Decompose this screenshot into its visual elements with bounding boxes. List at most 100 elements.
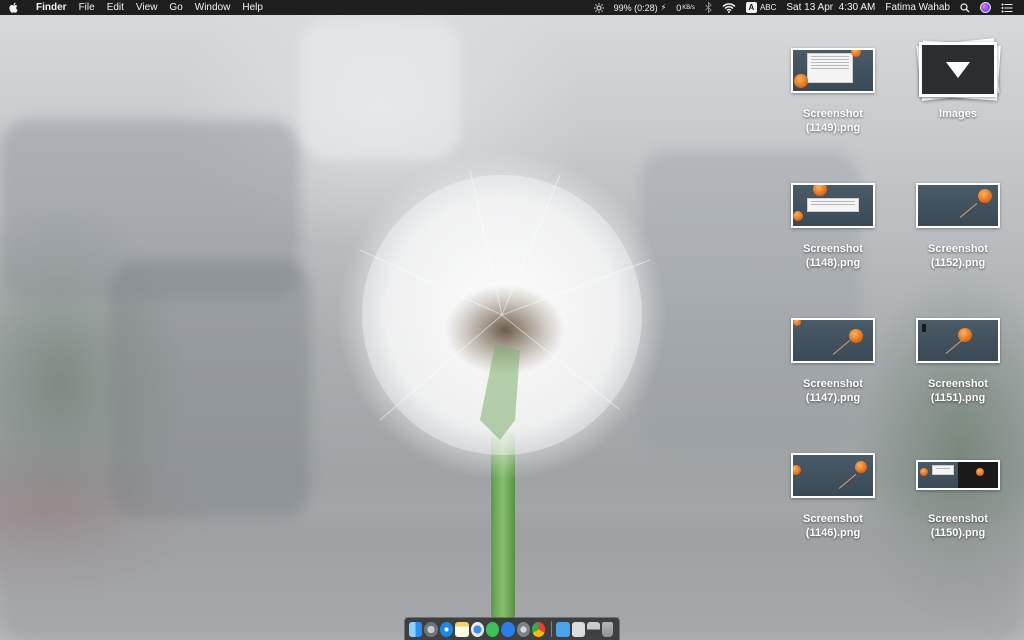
image-thumbnail-frame xyxy=(916,460,1000,490)
screenshot-preview xyxy=(793,49,873,91)
siri-orb xyxy=(980,2,991,13)
folder-front xyxy=(919,42,997,97)
system-preferences-icon[interactable] xyxy=(516,621,530,637)
input-source-menu[interactable]: A ABC xyxy=(741,0,781,15)
desktop-file-screenshot-1152[interactable]: Screenshot (1152).png xyxy=(903,170,1013,290)
menu-go[interactable]: Go xyxy=(163,0,188,15)
file-name-line2: (1146).png xyxy=(805,527,861,539)
file-name-line1: Screenshot xyxy=(928,513,988,525)
chrome-icon[interactable] xyxy=(532,621,546,637)
preview-orb xyxy=(978,188,992,203)
menu-app-name[interactable]: Finder xyxy=(28,0,73,15)
preview-stem xyxy=(832,339,851,355)
preview-dark-block xyxy=(922,323,926,332)
network-speed-unit: KB/s xyxy=(682,4,695,11)
folder-name-label: Images xyxy=(903,107,1013,121)
launchpad-icon[interactable] xyxy=(424,621,438,637)
bluetooth-icon[interactable] xyxy=(700,0,717,15)
brightness-icon[interactable] xyxy=(589,0,609,15)
trash-icon[interactable] xyxy=(602,621,614,637)
desktop-file-screenshot-1150[interactable]: Screenshot (1150).png xyxy=(903,440,1013,560)
charging-bolt-icon: ⚡︎ xyxy=(660,3,667,12)
file-thumbnail xyxy=(778,170,888,240)
safari-icon[interactable] xyxy=(439,621,454,637)
desktop-file-screenshot-1147[interactable]: Screenshot (1147).png xyxy=(778,305,888,425)
file-thumbnail xyxy=(778,305,888,375)
file-name-line2: (1149).png xyxy=(805,122,861,134)
document-stack-icon[interactable] xyxy=(571,621,586,637)
preview-orb xyxy=(851,49,861,57)
preview-orb xyxy=(793,210,803,221)
preview-stem xyxy=(945,338,964,354)
file-thumbnail xyxy=(903,305,1013,375)
desktop-folder-images[interactable]: Images xyxy=(903,35,1013,155)
file-thumbnail xyxy=(778,440,888,510)
desktop-file-screenshot-1149[interactable]: Screenshot (1149).png xyxy=(778,35,888,155)
file-name-line1: Screenshot xyxy=(803,108,863,120)
image-thumbnail-frame xyxy=(791,47,875,93)
image-thumbnail-frame xyxy=(791,182,875,228)
dock xyxy=(404,617,620,640)
menu-view[interactable]: View xyxy=(130,0,164,15)
notification-center-icon[interactable] xyxy=(996,0,1018,15)
battery-status[interactable]: 99% (0:28) ⚡︎ xyxy=(609,0,672,15)
folder-download-icon xyxy=(922,45,994,94)
menu-file[interactable]: File xyxy=(73,0,101,15)
screenshot-preview xyxy=(918,184,998,226)
file-thumbnail xyxy=(778,35,888,105)
menu-bar-right: 99% (0:28) ⚡︎ 0 KB/s A ABC Sat 13 Apr 4:… xyxy=(589,0,1024,15)
screenshot-preview xyxy=(793,184,873,226)
file-name-line2: (1147).png xyxy=(805,392,861,404)
network-speed[interactable]: 0 KB/s xyxy=(671,0,700,15)
apple-logo-icon[interactable] xyxy=(0,0,28,15)
file-name-label: Screenshot (1152).png xyxy=(903,242,1013,270)
downloads-folder-icon[interactable] xyxy=(556,621,570,637)
preview-orb xyxy=(793,464,801,475)
app-store-icon[interactable] xyxy=(501,621,515,637)
user-menu[interactable]: Fatima Wahab xyxy=(880,0,955,15)
clock[interactable]: Sat 13 Apr 4:30 AM xyxy=(781,0,880,15)
preview-orb xyxy=(813,184,827,196)
file-name-line1: Screenshot xyxy=(928,243,988,255)
preview-stem xyxy=(959,202,978,218)
desktop-file-screenshot-1151[interactable]: Screenshot (1151).png xyxy=(903,305,1013,425)
messages-icon[interactable] xyxy=(485,621,500,637)
battery-text: 99% (0:28) xyxy=(613,2,658,13)
file-thumbnail xyxy=(903,440,1013,510)
menu-bar: Finder File Edit View Go Window Help 99%… xyxy=(0,0,1024,15)
file-name-label: Screenshot (1151).png xyxy=(903,377,1013,405)
notes-icon[interactable] xyxy=(455,621,469,637)
file-name-line2: (1150).png xyxy=(930,527,986,539)
menu-window[interactable]: Window xyxy=(189,0,237,15)
preview-stem xyxy=(838,473,857,489)
file-name-label: Screenshot (1147).png xyxy=(778,377,888,405)
image-thumbnail-frame xyxy=(916,317,1000,363)
dock-separator xyxy=(551,621,553,637)
folder-name: Images xyxy=(939,108,977,120)
preview-window xyxy=(807,52,853,83)
screenshot-stack-icon[interactable] xyxy=(587,621,601,637)
file-name-label: Screenshot (1149).png xyxy=(778,107,888,135)
file-name-label: Screenshot (1146).png xyxy=(778,512,888,540)
file-name-line2: (1151).png xyxy=(930,392,986,404)
menu-help[interactable]: Help xyxy=(236,0,269,15)
screenshot-preview xyxy=(793,454,873,496)
finder-icon[interactable] xyxy=(409,621,423,637)
screenshot-preview xyxy=(918,319,998,361)
image-thumbnail-frame xyxy=(791,452,875,498)
desktop-file-screenshot-1148[interactable]: Screenshot (1148).png xyxy=(778,170,888,290)
desktop-file-screenshot-1146[interactable]: Screenshot (1146).png xyxy=(778,440,888,560)
menu-edit[interactable]: Edit xyxy=(101,0,130,15)
file-name-line2: (1148).png xyxy=(805,257,861,269)
photo-booth-icon[interactable] xyxy=(470,621,484,637)
file-name-label: Screenshot (1150).png xyxy=(903,512,1013,540)
file-name-line1: Screenshot xyxy=(803,513,863,525)
folder-thumbnail xyxy=(903,35,1013,105)
network-speed-value: 0 xyxy=(676,2,682,13)
spotlight-search-icon[interactable] xyxy=(955,0,975,15)
input-source-badge: A xyxy=(745,2,757,13)
screenshot-preview xyxy=(793,319,873,361)
wifi-icon[interactable] xyxy=(717,0,741,15)
siri-icon[interactable] xyxy=(975,0,996,15)
preview-orb xyxy=(793,319,801,326)
